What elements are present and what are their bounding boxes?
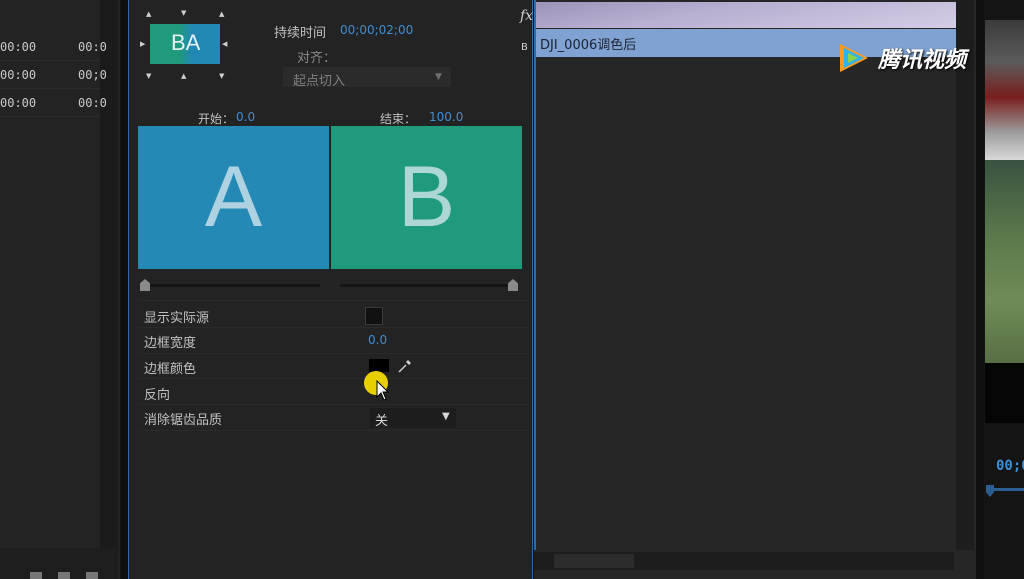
row-divider bbox=[0, 60, 100, 61]
row-3-timecode-b: 00:0 bbox=[78, 96, 107, 110]
row-divider bbox=[138, 378, 528, 379]
edge-arrow-icon[interactable]: ▶ bbox=[140, 40, 145, 48]
monitor-video-frame bbox=[985, 160, 1024, 363]
transition-header-bar bbox=[534, 2, 956, 28]
border-color-label: 边框颜色 bbox=[144, 362, 197, 377]
row-divider bbox=[138, 327, 528, 328]
corner-arrow-icon[interactable]: ▲ bbox=[219, 10, 224, 18]
duration-value[interactable]: 00;00;02;00 bbox=[340, 23, 413, 37]
new-bin-icon[interactable] bbox=[30, 572, 42, 579]
chevron-down-icon: ▼ bbox=[435, 72, 442, 82]
reverse-label: 反向 bbox=[144, 388, 171, 403]
playhead-line[interactable] bbox=[534, 0, 536, 550]
effect-timeline-area bbox=[534, 0, 976, 579]
tencent-video-logo-icon bbox=[840, 44, 868, 72]
end-value[interactable]: 100.0 bbox=[429, 110, 463, 124]
eyedropper-icon[interactable] bbox=[397, 358, 413, 374]
preview-b: B bbox=[331, 126, 522, 269]
new-item-icon[interactable] bbox=[58, 572, 70, 579]
chevron-down-icon: ▼ bbox=[442, 411, 450, 422]
corner-arrow-icon[interactable]: ▼ bbox=[146, 72, 151, 80]
start-label: 开始： bbox=[198, 112, 235, 126]
border-width-value[interactable]: 0.0 bbox=[368, 333, 387, 347]
trash-icon[interactable] bbox=[86, 572, 98, 579]
border-color-swatch[interactable] bbox=[369, 359, 389, 372]
row-1-timecode-a: 00:00 bbox=[0, 40, 37, 54]
preview-a: A bbox=[138, 126, 329, 269]
row-divider bbox=[0, 116, 100, 117]
timeline-vertical-scrollbar[interactable] bbox=[956, 0, 974, 550]
end-label: 结束： bbox=[380, 112, 417, 126]
row-divider bbox=[138, 300, 528, 301]
show-actual-sources-checkbox[interactable] bbox=[365, 307, 383, 325]
antialias-quality-value: 关 bbox=[375, 414, 389, 429]
corner-arrow-icon[interactable]: ▲ bbox=[146, 10, 151, 18]
align-label: 对齐： bbox=[297, 51, 337, 66]
clip-name: DJI_0006调色后 bbox=[540, 38, 637, 53]
edge-arrow-icon[interactable]: ▲ bbox=[181, 72, 186, 80]
preview-b-letter: B bbox=[397, 149, 456, 245]
row-divider bbox=[0, 88, 100, 89]
row-divider bbox=[138, 430, 528, 431]
project-panel-scrollbar[interactable] bbox=[100, 0, 118, 560]
duration-label: 持续时间 bbox=[274, 26, 327, 41]
start-value[interactable]: 0.0 bbox=[236, 110, 255, 124]
edge-arrow-icon[interactable]: ▼ bbox=[181, 9, 186, 17]
show-actual-sources-label: 显示实际源 bbox=[144, 311, 210, 326]
row-2-timecode-a: 00:00 bbox=[0, 68, 37, 82]
edge-arrow-icon[interactable]: ◀ bbox=[222, 40, 227, 48]
border-width-label: 边框宽度 bbox=[144, 336, 197, 351]
monitor-letterbox bbox=[985, 363, 1024, 423]
row-2-timecode-b: 00;0 bbox=[78, 68, 107, 82]
preview-a-letter: A bbox=[204, 149, 263, 245]
corner-arrow-icon[interactable]: ▼ bbox=[219, 72, 224, 80]
watermark-text: 腾讯视频 bbox=[878, 48, 967, 73]
align-dropdown-value: 起点切入 bbox=[293, 74, 346, 89]
monitor-video-frame-top bbox=[985, 20, 1024, 160]
fx-badge: fx bbox=[520, 8, 534, 24]
monitor-timecode[interactable]: 00;0 bbox=[996, 458, 1024, 474]
project-panel-toolbar bbox=[0, 548, 118, 579]
row-1-timecode-b: 00:0 bbox=[78, 40, 107, 54]
thumbnail-letters: BA bbox=[171, 30, 201, 55]
start-slider-track[interactable] bbox=[150, 284, 320, 287]
track-letter-b: B bbox=[521, 42, 528, 53]
end-slider-track[interactable] bbox=[340, 284, 510, 287]
row-3-timecode-a: 00:00 bbox=[0, 96, 37, 110]
mouse-pointer-icon bbox=[376, 380, 390, 401]
row-divider bbox=[138, 404, 528, 405]
antialias-quality-label: 消除锯齿品质 bbox=[144, 413, 223, 428]
timeline-scroll-thumb[interactable] bbox=[554, 554, 634, 568]
row-divider bbox=[138, 353, 528, 354]
